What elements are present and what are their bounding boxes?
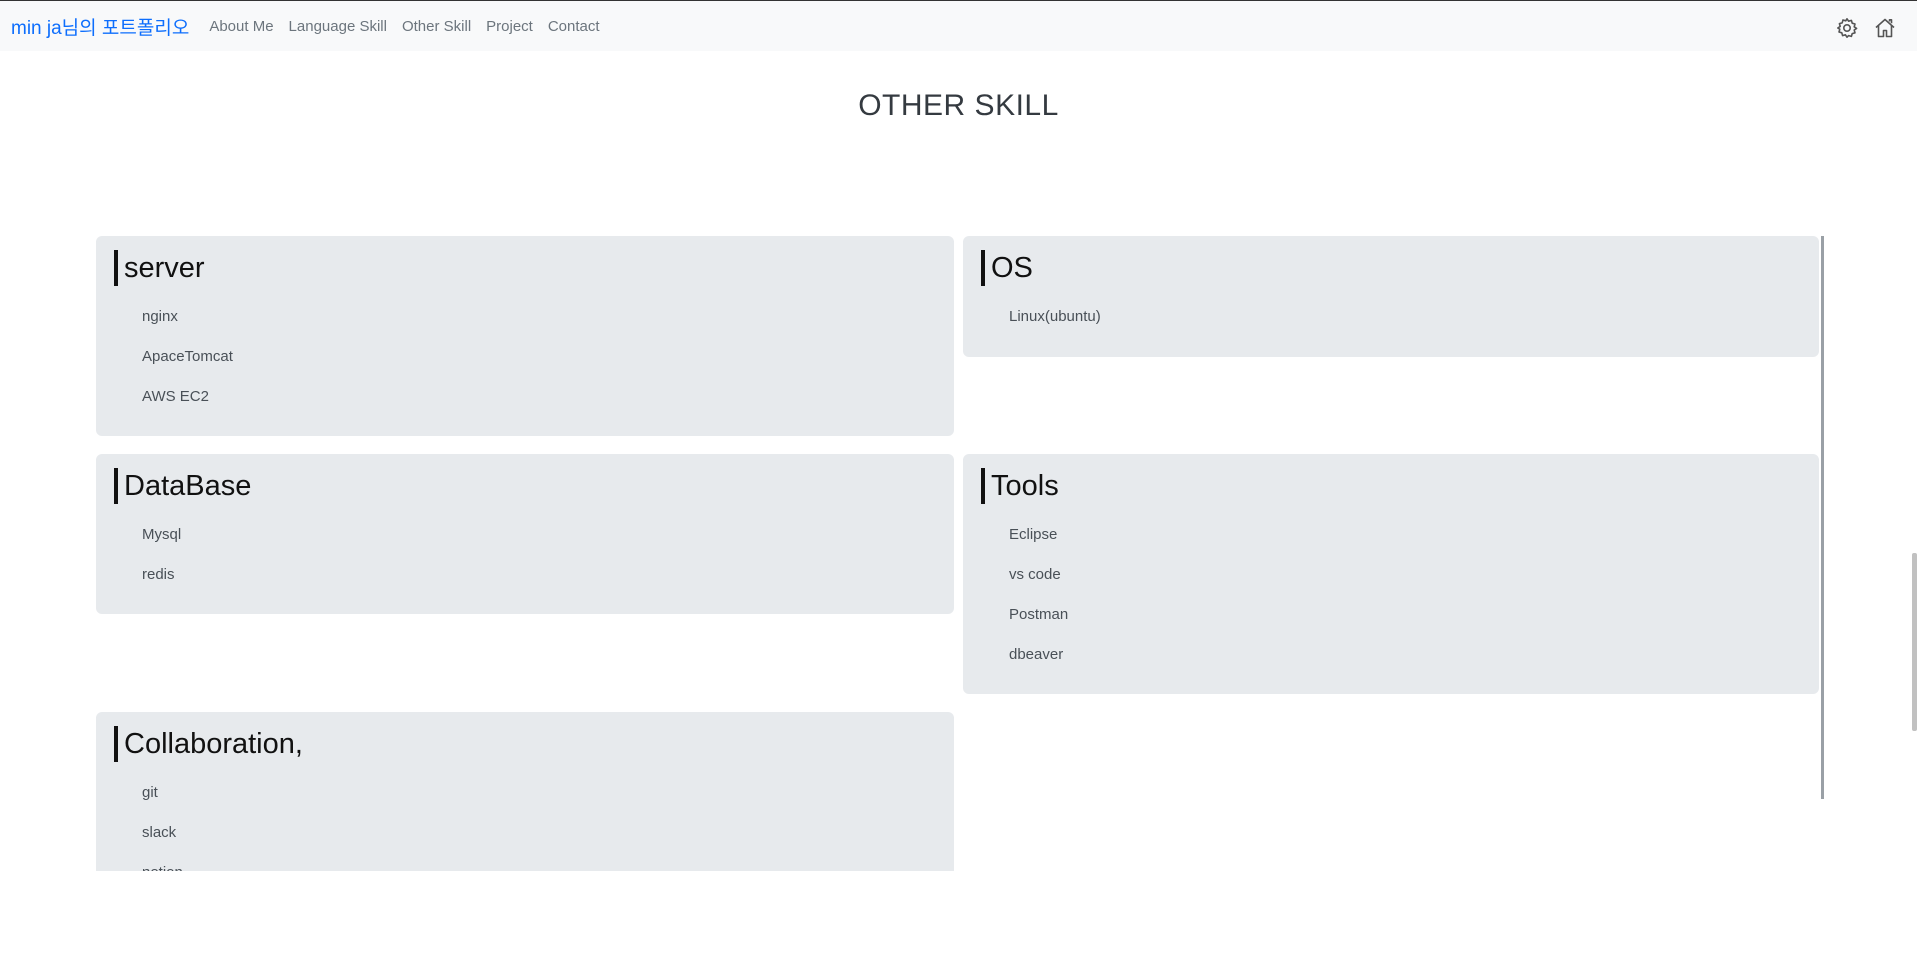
grid-scrollbar[interactable]: [1821, 236, 1824, 799]
skills-grid: server nginx ApaceTomcat AWS EC2 OS Linu…: [0, 236, 1917, 871]
skill-list: git slack notion: [142, 784, 183, 871]
card-tools: Tools Eclipse vs code Postman dbeaver: [963, 454, 1819, 694]
skill-list: Linux(ubuntu): [1009, 308, 1101, 348]
list-item: dbeaver: [1009, 646, 1064, 663]
card-database: DataBase Mysql redis: [96, 454, 954, 614]
skill-list: nginx ApaceTomcat AWS EC2: [142, 308, 233, 428]
list-item: vs code: [1009, 566, 1061, 583]
navbar: min ja님의 포트폴리오 About Me Language Skill O…: [0, 1, 1917, 51]
card-os: OS Linux(ubuntu): [963, 236, 1819, 357]
nav-link-other-skill[interactable]: Other Skill: [402, 18, 471, 35]
section-title: OTHER SKILL: [858, 89, 1059, 122]
card-title: server: [114, 250, 205, 286]
card-server: server nginx ApaceTomcat AWS EC2: [96, 236, 954, 436]
brand-link[interactable]: min ja님의 포트폴리오: [11, 13, 189, 40]
list-item: redis: [142, 566, 175, 583]
nav-icons: [1835, 16, 1897, 40]
gear-icon[interactable]: [1835, 16, 1859, 40]
skill-list: Mysql redis: [142, 526, 181, 606]
home-icon[interactable]: [1873, 16, 1897, 40]
list-item: Linux(ubuntu): [1009, 308, 1101, 325]
list-item: slack: [142, 824, 177, 841]
nav-link-contact[interactable]: Contact: [548, 18, 600, 35]
card-title: Tools: [981, 468, 1059, 504]
list-item: notion: [142, 864, 183, 871]
list-item: AWS EC2: [142, 388, 209, 405]
nav-links: About Me Language Skill Other Skill Proj…: [209, 18, 614, 35]
list-item: ApaceTomcat: [142, 348, 233, 365]
nav-link-language-skill[interactable]: Language Skill: [289, 18, 387, 35]
card-title: OS: [981, 250, 1033, 286]
nav-link-about-me[interactable]: About Me: [209, 18, 273, 35]
list-item: nginx: [142, 308, 178, 325]
page-scrollbar[interactable]: [1912, 553, 1917, 731]
list-item: Eclipse: [1009, 526, 1058, 543]
list-item: git: [142, 784, 158, 801]
card-title: Collaboration,: [114, 726, 303, 762]
nav-link-project[interactable]: Project: [486, 18, 533, 35]
skill-list: Eclipse vs code Postman dbeaver: [1009, 526, 1068, 686]
card-title: DataBase: [114, 468, 251, 504]
list-item: Postman: [1009, 606, 1069, 623]
card-collaboration: Collaboration, git slack notion: [96, 712, 954, 871]
list-item: Mysql: [142, 526, 182, 543]
